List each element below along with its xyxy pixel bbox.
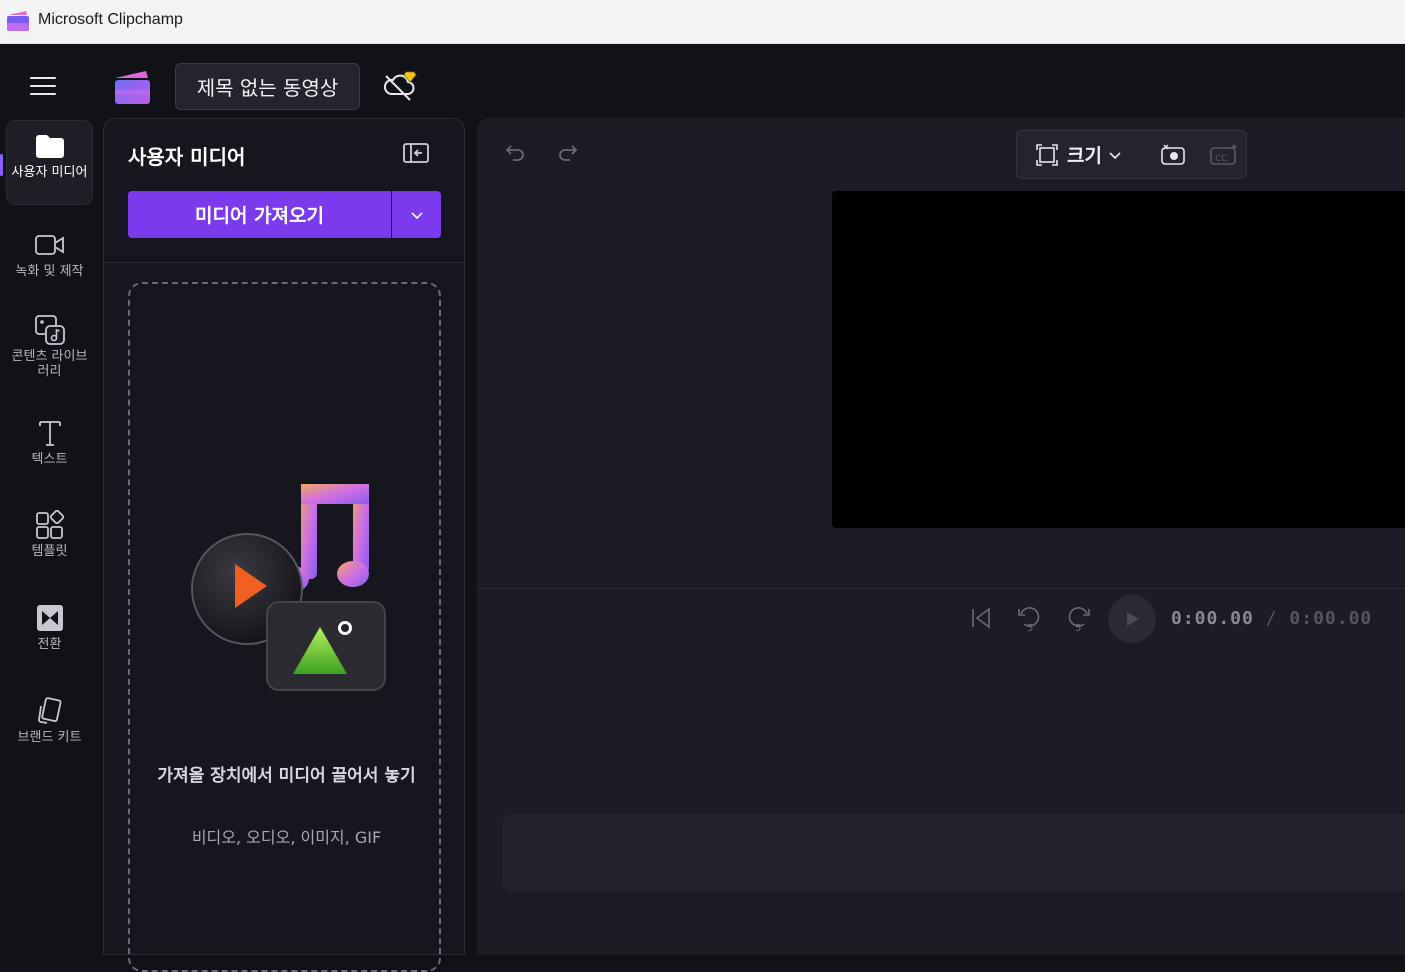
rewind-seconds-label: 5 (1027, 623, 1033, 633)
window-title: Microsoft Clipchamp (38, 11, 183, 28)
preview-area: 크기 CC 5 5 0:00.00 / 0:00.00 (477, 118, 1405, 955)
video-preview-canvas[interactable] (832, 191, 1405, 528)
rewind-5s-button[interactable]: 5 (1015, 602, 1045, 634)
templates-icon (33, 508, 67, 542)
clipchamp-app: 제목 없는 동영상 사용자 미디어 녹화 및 제작 콘텐츠 라이브러리 텍스트 … (0, 44, 1405, 972)
nav-label: 사용자 미디어 (11, 165, 88, 180)
aspect-ratio-label: 크기 (1067, 145, 1102, 167)
forward-5s-button[interactable]: 5 (1063, 602, 1093, 634)
content-library-icon (33, 313, 67, 347)
panel-title: 사용자 미디어 (128, 145, 246, 169)
skip-to-start-button[interactable] (967, 604, 995, 632)
nav-label: 텍스트 (31, 452, 68, 467)
preview-toolbar: 크기 CC (1016, 130, 1247, 179)
play-icon (1127, 612, 1139, 626)
text-icon (33, 416, 67, 450)
brand-kit-icon (33, 694, 67, 728)
preview-divider (477, 588, 1405, 589)
nav-item-content-library[interactable]: 콘텐츠 라이브러리 (6, 313, 93, 393)
background-remove-icon (1161, 144, 1185, 165)
captions-sparkle-icon: CC (1210, 142, 1238, 165)
media-types-illustration (191, 484, 386, 691)
clipchamp-app-icon (7, 11, 29, 31)
background-remover-button[interactable] (1159, 131, 1187, 178)
chevron-down-icon (410, 211, 423, 219)
forward-seconds-label: 5 (1075, 623, 1081, 633)
total-duration: 0:00.00 (1289, 608, 1373, 629)
nav-item-templates[interactable]: 템플릿 (6, 508, 93, 568)
project-title-button[interactable]: 제목 없는 동영상 (175, 63, 360, 110)
timeline-track[interactable] (502, 814, 1405, 891)
cloud-off-premium-icon[interactable] (380, 68, 420, 104)
redo-icon[interactable] (556, 140, 580, 164)
nav-label: 템플릿 (31, 544, 68, 559)
clipchamp-logo (115, 71, 150, 104)
time-separator: / (1265, 608, 1278, 629)
nav-item-transitions[interactable]: 전환 (6, 601, 93, 661)
import-media-button[interactable]: 미디어 가져오기 (128, 191, 391, 238)
active-nav-indicator (0, 154, 3, 176)
aspect-ratio-icon (1036, 143, 1058, 166)
nav-item-text[interactable]: 텍스트 (6, 416, 93, 476)
window-title-bar: Microsoft Clipchamp (0, 0, 1405, 44)
svg-text:CC: CC (1215, 154, 1228, 164)
play-button[interactable] (1108, 595, 1156, 643)
nav-label: 브랜드 키트 (17, 730, 82, 745)
left-nav-rail: 사용자 미디어 녹화 및 제작 콘텐츠 라이브러리 텍스트 템플릿 전환 브랜드… (0, 118, 98, 955)
collapse-panel-icon[interactable] (402, 141, 430, 165)
undo-icon[interactable] (503, 140, 527, 164)
chevron-down-icon (1109, 151, 1121, 159)
panel-divider (104, 262, 464, 263)
aspect-ratio-button[interactable]: 크기 (1035, 131, 1122, 178)
nav-item-your-media[interactable]: 사용자 미디어 (6, 120, 93, 205)
import-options-dropdown[interactable] (392, 191, 441, 238)
folder-icon (33, 129, 67, 163)
hamburger-menu-icon[interactable] (30, 77, 56, 97)
playback-time: 0:00.00 / 0:00.00 (1171, 608, 1372, 629)
rewind-icon: 5 (1018, 607, 1040, 633)
media-drop-zone[interactable]: 가져올 장치에서 미디어 끌어서 놓기 비디오, 오디오, 이미지, GIF (128, 282, 441, 972)
transitions-icon (33, 601, 67, 635)
drop-zone-supported-types: 비디오, 오디오, 이미지, GIF (191, 828, 382, 847)
current-time: 0:00.00 (1171, 608, 1254, 629)
your-media-panel: 사용자 미디어 미디어 가져오기 가져올 장치에서 미디어 끌어서 놓기 비디오… (103, 118, 465, 972)
nav-label: 녹화 및 제작 (15, 264, 84, 279)
video-camera-icon (33, 228, 67, 262)
nav-item-record-create[interactable]: 녹화 및 제작 (6, 228, 93, 288)
skip-to-start-icon (972, 607, 990, 629)
drop-zone-title: 가져올 장치에서 미디어 끌어서 놓기 (157, 766, 416, 786)
nav-label: 콘텐츠 라이브러리 (11, 349, 88, 379)
nav-label: 전환 (37, 637, 62, 652)
auto-captions-button[interactable]: CC (1209, 131, 1239, 178)
forward-icon: 5 (1068, 607, 1090, 633)
nav-item-brand-kit[interactable]: 브랜드 키트 (6, 694, 93, 754)
